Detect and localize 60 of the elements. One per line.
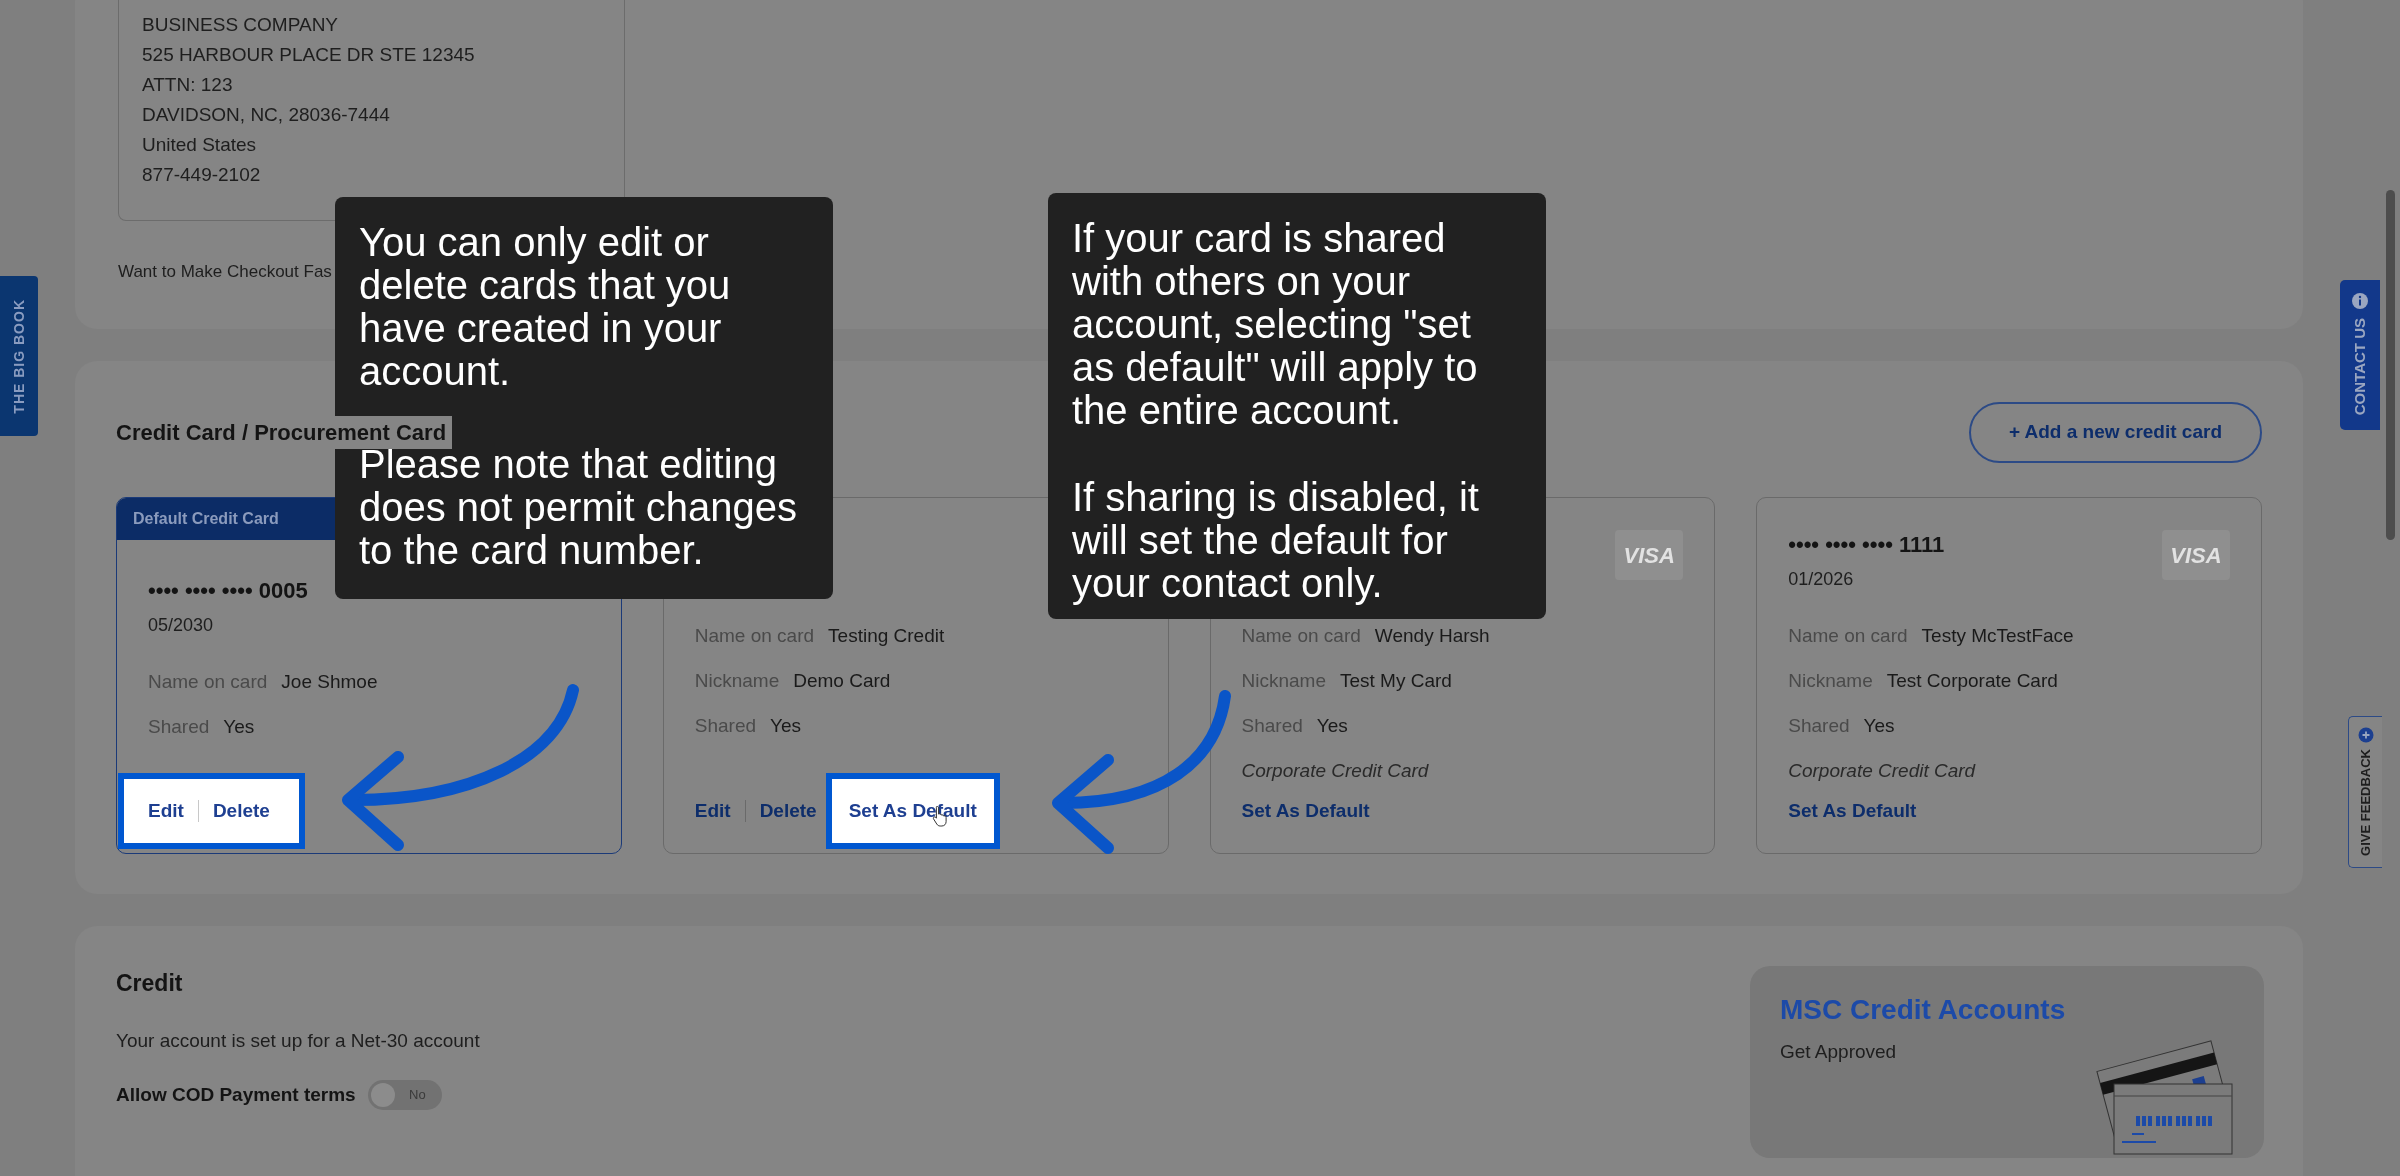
- address-line: 525 HARBOUR PLACE DR STE 12345: [142, 43, 476, 67]
- field-value: Yes: [770, 714, 802, 739]
- section-title: Credit Card / Procurement Card: [116, 416, 453, 449]
- scrollbar-thumb[interactable]: [2386, 190, 2395, 540]
- field-value: Yes: [1863, 714, 1895, 739]
- address-line: United States: [142, 133, 258, 157]
- field-value: Testing Credit: [828, 624, 945, 649]
- cod-toggle-switch[interactable]: No: [367, 1080, 442, 1110]
- address-line: DAVIDSON, NC, 28036-7444: [142, 103, 391, 127]
- edit-link[interactable]: Edit: [694, 796, 731, 826]
- tooltip-text: If sharing is disabled, it will set the default for your contact only.: [1072, 476, 1480, 605]
- edit-link[interactable]: Edit: [148, 796, 184, 826]
- card-brand-logo: VISA: [2162, 530, 2230, 580]
- delete-link[interactable]: Delete: [759, 796, 817, 826]
- field-label: Shared: [1788, 714, 1850, 739]
- side-tab[interactable]: THE BIG BOOK: [0, 276, 38, 436]
- field-value: Test Corporate Card: [1886, 669, 2058, 694]
- field-label: Nickname: [1788, 669, 1873, 694]
- address-line: ATTN: 123: [142, 73, 234, 97]
- info-icon: [2351, 292, 2369, 310]
- set-default-link[interactable]: Set As Default: [1788, 796, 1917, 826]
- plus-icon: [2357, 727, 2374, 743]
- field-value: Test My Card: [1340, 669, 1452, 694]
- field-label: Name on card: [1241, 624, 1361, 649]
- add-card-button[interactable]: + Add a new credit card: [1968, 402, 2262, 463]
- tooltip-text: You can only edit or delete cards that you have created in your account.: [359, 221, 732, 393]
- cod-label: Allow COD Payment terms: [116, 1082, 356, 1107]
- card-type-note: Corporate Credit Card: [1241, 759, 1430, 784]
- field-label: Nickname: [694, 669, 780, 694]
- give-feedback-tab[interactable]: GIVE FEEDBACK: [2348, 716, 2382, 868]
- field-label: Name on card: [1788, 624, 1908, 649]
- contact-us-tab[interactable]: CONTACT US: [2340, 280, 2380, 430]
- field-value: Joe Shmoe: [281, 670, 378, 695]
- field-label: Shared: [148, 715, 210, 740]
- promo-subtitle: Get Approved: [1780, 1040, 1898, 1064]
- card-type-note: Corporate Credit Card: [1788, 759, 1977, 784]
- field-value: Wendy Harsh: [1374, 624, 1490, 649]
- field-value: Demo Card: [793, 669, 891, 694]
- promo-title: MSC Credit Accounts: [1780, 993, 2066, 1027]
- field-value: Yes: [223, 715, 255, 740]
- field-label: Name on card: [148, 670, 268, 695]
- field-label: Shared: [1241, 714, 1303, 739]
- delete-link[interactable]: Delete: [212, 796, 270, 826]
- card-brand-logo: VISA: [1615, 530, 1684, 580]
- field-value: Yes: [1316, 714, 1348, 739]
- address-line: 877-449-2102: [142, 163, 262, 187]
- checkout-prompt: Want to Make Checkout Fas: [118, 261, 332, 283]
- field-label: Shared: [694, 714, 757, 739]
- section-title: Credit: [116, 969, 184, 998]
- field-label: Name on card: [694, 624, 815, 649]
- card-expiry: 01/2026: [1788, 568, 1855, 590]
- field-value: Testy McTestFace: [1921, 624, 2074, 649]
- card-number: •••• •••• •••• 0005: [148, 580, 308, 602]
- card-number: •••• •••• •••• 1111: [1788, 534, 1945, 556]
- credit-description: Your account is set up for a Net-30 account: [116, 1029, 480, 1053]
- set-default-link[interactable]: Set As Default: [1241, 796, 1370, 826]
- tooltip-text: If your card is shared with others on your account, selecting "set as default" will apply to the entire account.: [1072, 217, 1479, 432]
- field-label: Nickname: [1241, 669, 1326, 694]
- address-line: BUSINESS COMPANY: [142, 13, 340, 37]
- card-expiry: 05/2030: [148, 614, 215, 636]
